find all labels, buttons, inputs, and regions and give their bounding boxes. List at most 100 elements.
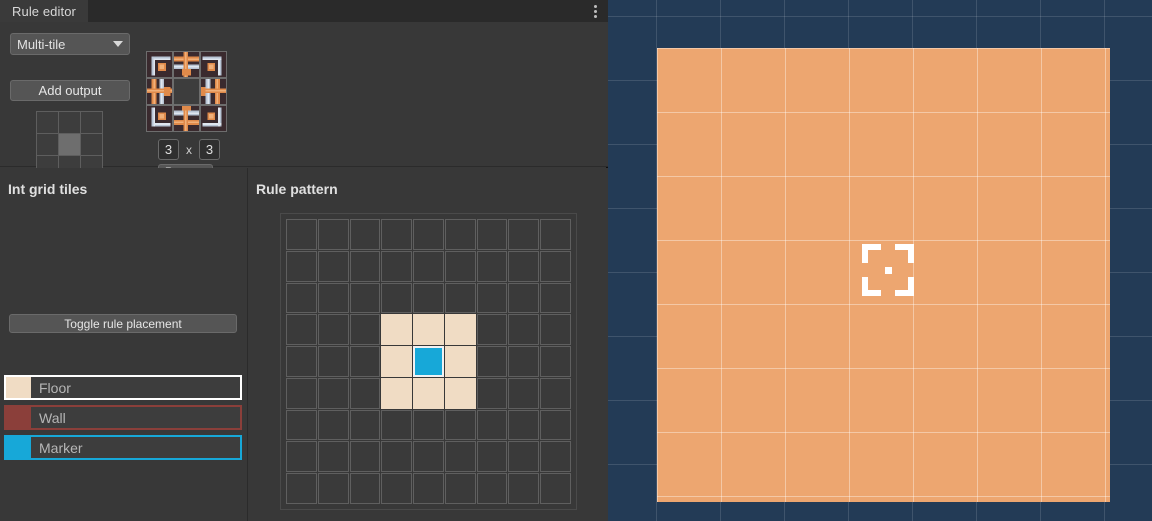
rule-pattern-cell[interactable] bbox=[317, 377, 349, 409]
rule-pattern-cell[interactable] bbox=[286, 377, 317, 409]
rule-pattern-cell[interactable] bbox=[349, 314, 381, 346]
rule-pattern-cell[interactable] bbox=[413, 473, 444, 504]
rule-pattern-cell[interactable] bbox=[413, 282, 444, 314]
rule-pattern-cell[interactable] bbox=[349, 346, 381, 377]
tileset-preview-tile[interactable] bbox=[146, 105, 173, 132]
rule-pattern-cell[interactable] bbox=[349, 473, 381, 504]
rule-pattern-cell[interactable] bbox=[444, 250, 476, 282]
int-grid-tile-row[interactable]: Wall bbox=[4, 405, 242, 430]
rule-pattern-cell[interactable] bbox=[381, 346, 413, 377]
rule-pattern-cell[interactable] bbox=[381, 441, 413, 473]
rule-pattern-cell[interactable] bbox=[381, 314, 413, 346]
rule-pattern-cell[interactable] bbox=[286, 441, 317, 473]
rule-pattern-cell[interactable] bbox=[381, 219, 413, 250]
rule-pattern-cell[interactable] bbox=[413, 441, 444, 473]
size-width-input[interactable]: 3 bbox=[158, 139, 179, 160]
rule-pattern-cell[interactable] bbox=[317, 250, 349, 282]
rule-pattern-cell[interactable] bbox=[381, 473, 413, 504]
rule-pattern-cell[interactable] bbox=[349, 219, 381, 250]
tileset-preview-tile[interactable] bbox=[146, 78, 173, 105]
rule-pattern-cell[interactable] bbox=[286, 219, 317, 250]
rule-pattern-cell[interactable] bbox=[444, 282, 476, 314]
rule-pattern-cell[interactable] bbox=[540, 473, 571, 504]
output-mode-select[interactable]: Multi-tile bbox=[10, 33, 130, 55]
rule-pattern-cell[interactable] bbox=[540, 409, 571, 441]
add-output-button[interactable]: Add output bbox=[10, 80, 130, 101]
rule-pattern-cell[interactable] bbox=[476, 441, 508, 473]
rule-pattern-cell[interactable] bbox=[444, 377, 476, 409]
rule-pattern-cell[interactable] bbox=[476, 219, 508, 250]
rule-pattern-cell[interactable] bbox=[476, 346, 508, 377]
rule-pattern-cell[interactable] bbox=[286, 473, 317, 504]
rule-pattern-cell[interactable] bbox=[540, 377, 571, 409]
rule-pattern-cell[interactable] bbox=[444, 314, 476, 346]
output-offset-cell[interactable] bbox=[57, 132, 81, 156]
rule-pattern-cell[interactable] bbox=[476, 377, 508, 409]
rule-pattern-cell[interactable] bbox=[508, 441, 540, 473]
tileset-preview-grid[interactable] bbox=[146, 51, 227, 132]
rule-pattern-cell[interactable] bbox=[286, 346, 317, 377]
rule-pattern-cell[interactable] bbox=[317, 346, 349, 377]
tileset-preview-tile[interactable] bbox=[200, 105, 227, 132]
tileset-preview-tile[interactable] bbox=[146, 51, 173, 78]
rule-pattern-cell[interactable] bbox=[508, 346, 540, 377]
rule-pattern-cell[interactable] bbox=[349, 250, 381, 282]
rule-pattern-cell[interactable] bbox=[317, 314, 349, 346]
rule-pattern-cell[interactable] bbox=[540, 282, 571, 314]
rule-pattern-cell[interactable] bbox=[413, 346, 444, 377]
rule-pattern-cell[interactable] bbox=[286, 314, 317, 346]
rule-pattern-cell[interactable] bbox=[413, 314, 444, 346]
rule-pattern-cell[interactable] bbox=[476, 282, 508, 314]
tileset-preview-tile[interactable] bbox=[200, 78, 227, 105]
rule-pattern-cell[interactable] bbox=[286, 250, 317, 282]
rule-pattern-cell[interactable] bbox=[381, 250, 413, 282]
rule-pattern-cell[interactable] bbox=[413, 377, 444, 409]
rule-pattern-cell[interactable] bbox=[317, 441, 349, 473]
rule-pattern-cell[interactable] bbox=[286, 282, 317, 314]
rule-pattern-cell[interactable] bbox=[540, 219, 571, 250]
int-grid-tile-row[interactable]: Floor bbox=[4, 375, 242, 400]
rule-pattern-cell[interactable] bbox=[540, 314, 571, 346]
rule-pattern-cell[interactable] bbox=[286, 409, 317, 441]
tileset-preview-tile[interactable] bbox=[173, 78, 200, 105]
int-grid-tile-row[interactable]: Marker bbox=[4, 435, 242, 460]
rule-pattern-cell[interactable] bbox=[349, 377, 381, 409]
output-offset-cell[interactable] bbox=[35, 110, 59, 134]
rule-pattern-cell[interactable] bbox=[317, 219, 349, 250]
size-height-input[interactable]: 3 bbox=[199, 139, 220, 160]
rule-pattern-cell[interactable] bbox=[476, 473, 508, 504]
rule-pattern-cell[interactable] bbox=[317, 282, 349, 314]
rule-pattern-cell[interactable] bbox=[317, 409, 349, 441]
rule-pattern-cell[interactable] bbox=[508, 219, 540, 250]
rule-pattern-cell[interactable] bbox=[444, 409, 476, 441]
output-offset-cell[interactable] bbox=[35, 132, 59, 156]
rule-pattern-cell[interactable] bbox=[508, 473, 540, 504]
rule-pattern-cell[interactable] bbox=[476, 314, 508, 346]
rule-pattern-cell[interactable] bbox=[476, 409, 508, 441]
rule-pattern-cell[interactable] bbox=[476, 250, 508, 282]
rule-pattern-cell[interactable] bbox=[381, 282, 413, 314]
tileset-preview-tile[interactable] bbox=[200, 51, 227, 78]
output-offset-cell[interactable] bbox=[57, 110, 81, 134]
rule-pattern-cell[interactable] bbox=[317, 473, 349, 504]
rule-pattern-cell[interactable] bbox=[508, 409, 540, 441]
kebab-menu-icon[interactable] bbox=[582, 0, 608, 22]
rule-pattern-cell[interactable] bbox=[413, 250, 444, 282]
rule-pattern-cell[interactable] bbox=[540, 250, 571, 282]
rule-pattern-cell[interactable] bbox=[381, 409, 413, 441]
rule-pattern-cell[interactable] bbox=[508, 250, 540, 282]
rule-pattern-cell[interactable] bbox=[349, 409, 381, 441]
rule-pattern-cell[interactable] bbox=[413, 219, 444, 250]
rule-pattern-cell[interactable] bbox=[349, 441, 381, 473]
rule-pattern-cell[interactable] bbox=[444, 219, 476, 250]
rule-pattern-cell[interactable] bbox=[444, 473, 476, 504]
output-offset-cell[interactable] bbox=[79, 132, 103, 156]
tileset-preview-tile[interactable] bbox=[173, 51, 200, 78]
output-offset-cell[interactable] bbox=[79, 110, 103, 134]
rule-pattern-cell[interactable] bbox=[508, 282, 540, 314]
rule-pattern-cell[interactable] bbox=[540, 346, 571, 377]
rule-pattern-cell[interactable] bbox=[349, 282, 381, 314]
rule-pattern-cell[interactable] bbox=[444, 441, 476, 473]
rule-pattern-cell[interactable] bbox=[508, 314, 540, 346]
rule-pattern-cell[interactable] bbox=[540, 441, 571, 473]
